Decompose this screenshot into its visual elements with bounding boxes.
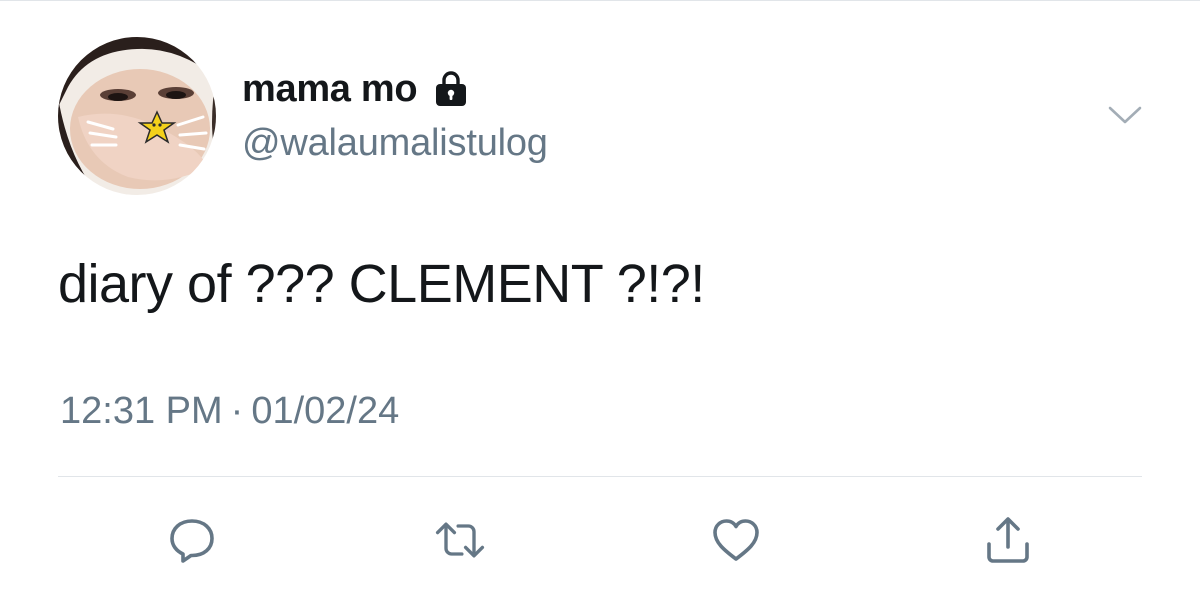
tweet-time: 12:31 PM [60, 390, 223, 432]
top-divider [0, 0, 1200, 1]
tweet-timestamp: 12:31 PM · 01/02/24 [60, 390, 399, 433]
share-button[interactable] [980, 512, 1036, 568]
chevron-down-icon[interactable] [1107, 104, 1143, 126]
retweet-button[interactable] [432, 512, 488, 568]
display-name[interactable]: mama mo [242, 68, 418, 111]
share-icon [987, 517, 1029, 563]
lock-icon [431, 69, 471, 109]
avatar[interactable] [58, 37, 216, 195]
reply-button[interactable] [164, 512, 220, 568]
user-handle[interactable]: @walaumalistulog [242, 122, 548, 165]
reply-icon [170, 519, 214, 563]
retweet-icon [435, 522, 485, 558]
tweet-date: 01/02/24 [251, 390, 400, 432]
tweet-text: diary of ??? CLEMENT ?!?! [58, 254, 705, 314]
heart-icon [713, 519, 759, 561]
like-button[interactable] [708, 512, 764, 568]
actions-divider [58, 476, 1142, 477]
display-name-row: mama mo [242, 67, 471, 111]
meta-separator: · [230, 390, 244, 432]
